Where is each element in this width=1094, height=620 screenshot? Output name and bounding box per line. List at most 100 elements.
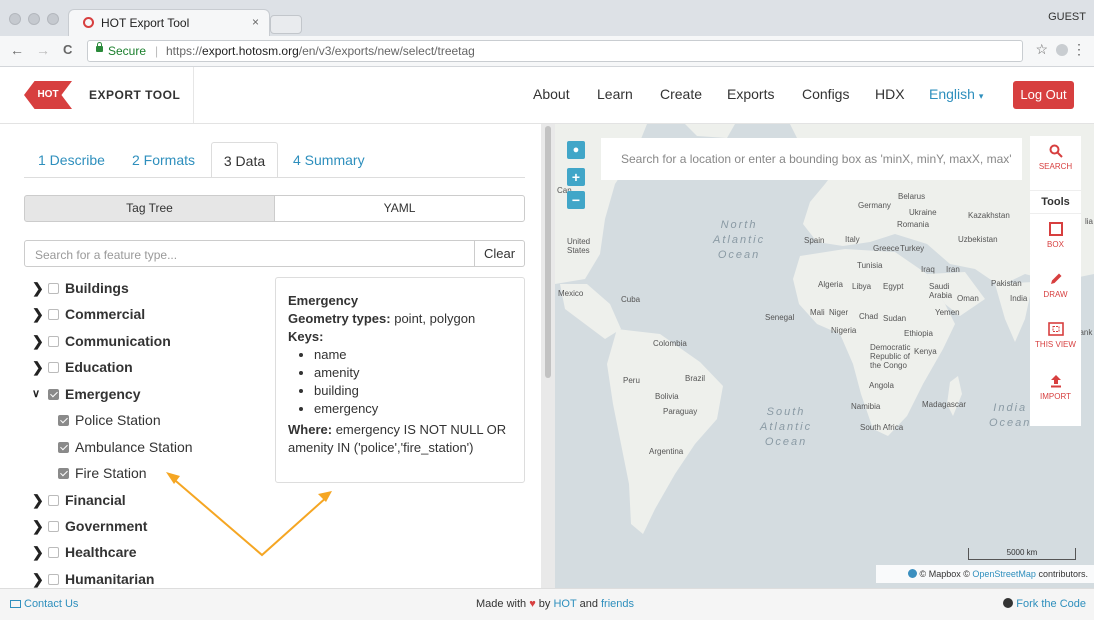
map-label-mali: Mali [810, 308, 825, 317]
tree-child-ambulance-station[interactable]: Ambulance Station [56, 437, 193, 457]
chevron-right-icon[interactable]: ❯ [32, 516, 46, 536]
search-tool[interactable]: SEARCH [1030, 144, 1081, 171]
url-scheme: https:// [166, 44, 203, 58]
map-label-paraguay: Paraguay [663, 407, 698, 416]
logo-link[interactable]: HOT EXPORT TOOL [0, 67, 194, 123]
nav-configs[interactable]: Configs [802, 86, 849, 102]
forward-icon[interactable]: → [36, 42, 50, 58]
tree-item-education[interactable]: ❯ Education [32, 357, 133, 377]
map-toolbar: SEARCH Tools BOX DRAW THIS VIEW IMPORT [1030, 136, 1081, 426]
nav-hdx[interactable]: HDX [875, 86, 905, 102]
this-view-tool[interactable]: THIS VIEW [1030, 322, 1081, 349]
box-tool[interactable]: BOX [1030, 222, 1081, 249]
map-scale-bar: 5000 km [968, 548, 1076, 560]
map-label-pakistan: Pakistan [991, 279, 1022, 288]
checkbox-checked[interactable] [58, 414, 69, 426]
chevron-right-icon[interactable]: ❯ [32, 569, 46, 588]
logout-button[interactable]: Log Out [1013, 81, 1074, 109]
info-keys-label: Keys: [288, 329, 324, 344]
extension-icon[interactable] [1056, 44, 1068, 56]
nav-exports[interactable]: Exports [727, 86, 774, 102]
profile-label[interactable]: GUEST [1048, 11, 1086, 23]
map-label-uzbekistan: Uzbekistan [958, 235, 998, 244]
tab-describe[interactable]: 1 Describe [38, 142, 105, 178]
mapbox-logo-icon[interactable] [908, 569, 918, 578]
browser-menu-icon[interactable]: ⋮ [1072, 41, 1086, 58]
address-bar[interactable]: Secure | https://export.hotosm.org/en/v3… [87, 40, 1023, 62]
info-geometry-label: Geometry types: [288, 311, 391, 326]
chevron-right-icon[interactable]: ❯ [32, 542, 46, 562]
checkbox[interactable] [48, 308, 59, 320]
language-dropdown[interactable]: English ▾ [929, 86, 983, 102]
browser-tab[interactable]: HOT Export Tool × [68, 9, 270, 36]
chevron-down-icon[interactable]: ∨ [32, 384, 46, 404]
checkbox-checked[interactable] [48, 388, 59, 400]
tab-data[interactable]: 3 Data [211, 142, 278, 178]
checkbox[interactable] [48, 361, 59, 373]
yaml-toggle[interactable]: YAML [274, 195, 525, 222]
zoom-in-button[interactable]: + [567, 168, 585, 186]
info-geometry: Geometry types: point, polygon [288, 310, 512, 328]
nav-learn[interactable]: Learn [597, 86, 633, 102]
clear-button[interactable]: Clear [475, 240, 525, 267]
panel-scrollbar[interactable] [545, 126, 551, 378]
fork-code-link[interactable]: Fork the Code [1003, 589, 1086, 619]
tab-close-icon[interactable]: × [252, 15, 259, 29]
tree-item-commercial[interactable]: ❯ Commercial [32, 304, 145, 324]
window-minimize-dot[interactable] [28, 13, 40, 25]
tab-title: HOT Export Tool [101, 16, 190, 30]
attribution-osm-link[interactable]: OpenStreetMap [972, 569, 1036, 579]
chevron-right-icon[interactable]: ❯ [32, 357, 46, 377]
checkbox[interactable] [48, 546, 59, 558]
tree-item-financial[interactable]: ❯ Financial [32, 490, 126, 510]
map-label-india: India [1010, 294, 1028, 303]
bookmark-star-icon[interactable]: ☆ [1035, 41, 1048, 58]
nav-create[interactable]: Create [660, 86, 702, 102]
tab-formats[interactable]: 2 Formats [132, 142, 195, 178]
window-close-dot[interactable] [9, 13, 21, 25]
feature-search-input[interactable] [33, 242, 457, 267]
tag-tree-toggle[interactable]: Tag Tree [24, 195, 275, 222]
ocean-line: Ocean [717, 249, 761, 261]
hot-favicon-icon [83, 17, 94, 28]
chevron-right-icon[interactable]: ❯ [32, 278, 46, 298]
window-zoom-dot[interactable] [47, 13, 59, 25]
checkbox[interactable] [48, 520, 59, 532]
checkbox-checked[interactable] [58, 441, 69, 453]
checkbox[interactable] [48, 494, 59, 506]
tree-child-police-station[interactable]: Police Station [56, 410, 161, 430]
checkbox[interactable] [48, 282, 59, 294]
nav-about[interactable]: About [533, 86, 570, 102]
reload-icon[interactable]: C [63, 42, 72, 57]
chevron-right-icon[interactable]: ❯ [32, 490, 46, 510]
map-search-input[interactable]: Search for a location or enter a boundin… [601, 138, 1022, 180]
friends-link[interactable]: friends [601, 598, 634, 610]
checkbox[interactable] [48, 573, 59, 585]
back-icon[interactable]: ← [10, 42, 24, 58]
map-view[interactable]: North Atlantic Ocean South Atlantic Ocean In… [555, 124, 1094, 588]
tree-item-humanitarian[interactable]: ❯ Humanitarian [32, 569, 154, 588]
browser-nav-bar: ← → C Secure | https://export.hotosm.org… [0, 36, 1094, 67]
tree-item-label: Communication [65, 333, 171, 349]
tree-item-healthcare[interactable]: ❯ Healthcare [32, 542, 137, 562]
zoom-out-button[interactable]: − [567, 191, 585, 209]
tree-child-fire-station[interactable]: Fire Station [56, 463, 147, 483]
contact-us-link[interactable]: Contact Us [10, 589, 78, 619]
tree-item-buildings[interactable]: ❯ Buildings [32, 278, 129, 298]
draw-tool[interactable]: DRAW [1030, 272, 1081, 299]
globe-icon[interactable]: ● [567, 141, 585, 159]
tab-summary[interactable]: 4 Summary [293, 142, 365, 178]
tree-item-government[interactable]: ❯ Government [32, 516, 147, 536]
arrowhead-icon [166, 472, 180, 484]
import-tool[interactable]: IMPORT [1030, 374, 1081, 401]
tree-item-communication[interactable]: ❯ Communication [32, 331, 171, 351]
hot-link[interactable]: HOT [553, 598, 576, 610]
tree-item-emergency[interactable]: ∨ Emergency [32, 384, 140, 404]
new-tab-button[interactable] [270, 15, 302, 34]
by-label: by [538, 598, 551, 610]
attribution-mapbox[interactable]: Mapbox [929, 569, 961, 579]
checkbox-checked[interactable] [58, 467, 69, 479]
checkbox[interactable] [48, 335, 59, 347]
chevron-right-icon[interactable]: ❯ [32, 331, 46, 351]
chevron-right-icon[interactable]: ❯ [32, 304, 46, 324]
